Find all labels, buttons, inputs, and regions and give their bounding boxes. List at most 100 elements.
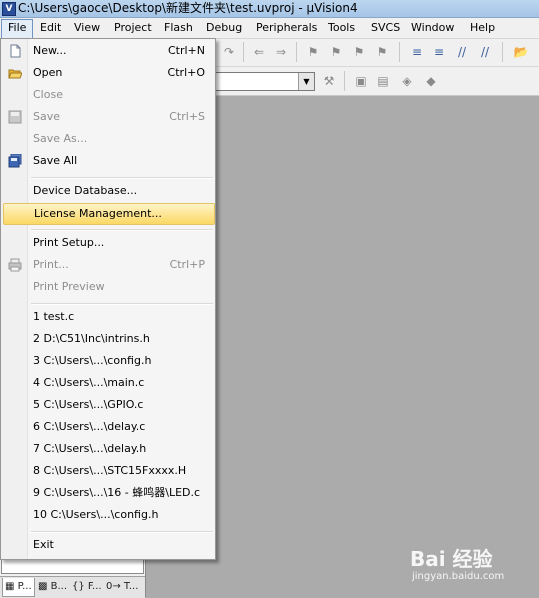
recent-file-label: 8 C:\Users\...\STC15Fxxxx.H bbox=[33, 464, 187, 477]
indent-icon[interactable]: ≡ bbox=[408, 43, 426, 61]
menu-item-print[interactable]: Print... Ctrl+P bbox=[3, 254, 213, 276]
menu-item-label: License Management... bbox=[34, 207, 162, 220]
menu-view[interactable]: View bbox=[68, 19, 106, 37]
panel-divider bbox=[145, 558, 146, 597]
tab-books[interactable]: ▩ B... bbox=[36, 578, 69, 596]
menu-item-label: Exit bbox=[33, 538, 54, 551]
bookmark-toggle-icon[interactable]: ⚑ bbox=[304, 43, 322, 61]
recent-file-item[interactable]: 3 C:\Users\...\config.h bbox=[3, 350, 213, 372]
chevron-down-icon[interactable]: ▼ bbox=[298, 73, 314, 90]
menu-item-shortcut: Ctrl+O bbox=[167, 66, 205, 79]
file-menu-dropdown: New... Ctrl+N Open Ctrl+O Close Save Ctr… bbox=[0, 38, 216, 560]
tab-books-label: B... bbox=[50, 581, 68, 592]
select-books-icon[interactable]: ▤ bbox=[374, 72, 392, 90]
books-icon: ▩ bbox=[38, 581, 48, 592]
tab-templates-label: 0→ T... bbox=[106, 581, 139, 592]
new-file-icon bbox=[10, 44, 21, 58]
recent-file-item[interactable]: 4 C:\Users\...\main.c bbox=[3, 372, 213, 394]
unindent-icon[interactable]: ≡ bbox=[430, 43, 448, 61]
menu-item-exit[interactable]: Exit bbox=[3, 534, 213, 556]
recent-file-label: 7 C:\Users\...\delay.h bbox=[33, 442, 147, 455]
window-title: C:\Users\gaoce\Desktop\新建文件夹\test.uvproj… bbox=[18, 1, 358, 15]
project-icon: ▦ bbox=[5, 581, 15, 592]
watermark-brand: Bai 经验 bbox=[410, 547, 493, 571]
recent-file-item[interactable]: 5 C:\Users\...\GPIO.c bbox=[3, 394, 213, 416]
menu-separator bbox=[31, 177, 213, 179]
recent-file-item[interactable]: 10 C:\Users\...\config.h bbox=[3, 504, 213, 526]
find-in-files-icon[interactable]: 📂 bbox=[512, 43, 530, 61]
watermark-url: jingyan.baidu.com bbox=[412, 571, 505, 582]
recent-file-label: 2 D:\C51\Inc\intrins.h bbox=[33, 332, 150, 345]
menu-item-label: Print Preview bbox=[33, 280, 105, 293]
navigate-forward-icon[interactable]: ⇒ bbox=[272, 43, 290, 61]
menu-item-print-preview[interactable]: Print Preview bbox=[3, 276, 213, 298]
project-tree-area[interactable] bbox=[1, 558, 144, 574]
bookmark-prev-icon[interactable]: ⚑ bbox=[327, 43, 345, 61]
menu-item-label: Print Setup... bbox=[33, 236, 105, 249]
recent-file-item[interactable]: 1 test.c bbox=[3, 306, 213, 328]
packs-icon[interactable]: ◆ bbox=[422, 72, 440, 90]
target-select[interactable]: ▼ bbox=[216, 72, 315, 91]
menu-item-label: Save All bbox=[33, 154, 78, 167]
menu-item-save-all[interactable]: Save All bbox=[3, 150, 213, 172]
recent-file-label: 5 C:\Users\...\GPIO.c bbox=[33, 398, 144, 411]
menu-item-shortcut: Ctrl+P bbox=[169, 258, 205, 271]
menu-help[interactable]: Help bbox=[464, 19, 501, 37]
title-bar: V C:\Users\gaoce\Desktop\新建文件夹\test.uvpr… bbox=[0, 0, 539, 18]
recent-file-label: 10 C:\Users\...\config.h bbox=[33, 508, 159, 521]
menu-file[interactable]: File bbox=[1, 19, 34, 39]
bookmark-clear-icon[interactable]: ⚑ bbox=[373, 43, 391, 61]
recent-file-item[interactable]: 9 C:\Users\...\16 - 蜂鸣器\LED.c bbox=[3, 482, 213, 504]
recent-file-item[interactable]: 7 C:\Users\...\delay.h bbox=[3, 438, 213, 460]
project-panel: ▦ P... ▩ B... {} F... 0→ T... bbox=[0, 558, 145, 598]
target-options-icon[interactable]: ⚒ bbox=[320, 72, 338, 90]
menu-window[interactable]: Window bbox=[405, 19, 460, 37]
menu-project[interactable]: Project bbox=[108, 19, 158, 37]
save-icon bbox=[8, 110, 22, 124]
menu-item-print-setup[interactable]: Print Setup... bbox=[3, 232, 213, 254]
menu-item-save-as[interactable]: Save As... bbox=[3, 128, 213, 150]
tab-project-label: P... bbox=[17, 581, 32, 592]
tab-templates[interactable]: 0→ T... bbox=[104, 578, 140, 596]
menu-debug[interactable]: Debug bbox=[200, 19, 248, 37]
redo-icon[interactable]: ↷ bbox=[220, 43, 238, 61]
menu-item-save[interactable]: Save Ctrl+S bbox=[3, 106, 213, 128]
recent-file-item[interactable]: 6 C:\Users\...\delay.c bbox=[3, 416, 213, 438]
toolbar-separator bbox=[243, 42, 244, 62]
uvision-app-icon: V bbox=[2, 2, 16, 16]
menu-item-shortcut: Ctrl+S bbox=[169, 110, 205, 123]
menu-item-new[interactable]: New... Ctrl+N bbox=[3, 40, 213, 62]
menu-peripherals[interactable]: Peripherals bbox=[250, 19, 323, 37]
menu-item-label: Save bbox=[33, 110, 61, 123]
recent-file-label: 1 test.c bbox=[33, 310, 75, 323]
menu-edit[interactable]: Edit bbox=[34, 19, 67, 37]
recent-file-item[interactable]: 2 D:\C51\Inc\intrins.h bbox=[3, 328, 213, 350]
menu-item-open[interactable]: Open Ctrl+O bbox=[3, 62, 213, 84]
menu-svcs[interactable]: SVCS bbox=[365, 19, 406, 37]
print-icon bbox=[8, 258, 22, 272]
menu-bar: File Edit View Project Flash Debug Perip… bbox=[0, 18, 539, 39]
toolbar-separator bbox=[344, 71, 345, 91]
menu-flash[interactable]: Flash bbox=[158, 19, 199, 37]
tab-functions-label: {} F... bbox=[72, 581, 102, 592]
build-toolbar: ▼ ⚒ ▣ ▤ ◈ ◆ bbox=[216, 67, 539, 96]
project-panel-tabs: ▦ P... ▩ B... {} F... 0→ T... bbox=[0, 576, 145, 598]
menu-item-license-management[interactable]: License Management... bbox=[3, 203, 215, 225]
recent-file-item[interactable]: 8 C:\Users\...\STC15Fxxxx.H bbox=[3, 460, 213, 482]
tab-project[interactable]: ▦ P... bbox=[2, 578, 35, 597]
recent-file-label: 6 C:\Users\...\delay.c bbox=[33, 420, 146, 433]
menu-separator bbox=[31, 229, 213, 231]
configure-icon[interactable]: ◈ bbox=[398, 72, 416, 90]
comment-icon[interactable]: // bbox=[453, 43, 471, 61]
toolbar-separator bbox=[399, 42, 400, 62]
tab-functions[interactable]: {} F... bbox=[70, 578, 104, 596]
menu-item-close[interactable]: Close bbox=[3, 84, 213, 106]
manage-components-icon[interactable]: ▣ bbox=[352, 72, 370, 90]
uncomment-icon[interactable]: // bbox=[476, 43, 494, 61]
menu-tools[interactable]: Tools bbox=[322, 19, 361, 37]
navigate-back-icon[interactable]: ⇐ bbox=[250, 43, 268, 61]
menu-item-device-database[interactable]: Device Database... bbox=[3, 180, 213, 202]
open-folder-icon bbox=[8, 69, 22, 79]
recent-file-label: 3 C:\Users\...\config.h bbox=[33, 354, 152, 367]
bookmark-next-icon[interactable]: ⚑ bbox=[350, 43, 368, 61]
